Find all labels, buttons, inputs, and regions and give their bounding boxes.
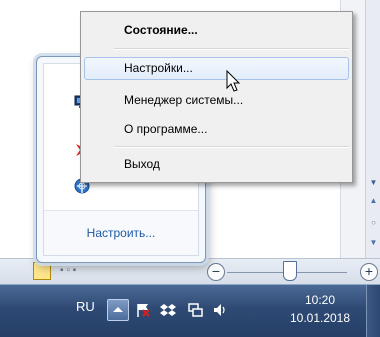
volume-icon[interactable] <box>212 302 228 318</box>
language-indicator[interactable]: RU <box>76 299 95 314</box>
menu-separator <box>114 146 349 148</box>
zoom-in-button[interactable]: + <box>360 263 378 281</box>
prev-page-icon[interactable]: ▲ <box>366 196 380 206</box>
taskbar-app-icon[interactable] <box>33 262 51 280</box>
menu-item-status[interactable]: Состояние... <box>84 19 349 42</box>
chevron-up-icon <box>113 307 123 312</box>
taskbar: RU 10:20 10.01.2018 <box>0 284 380 337</box>
zoom-out-button[interactable]: − <box>207 263 225 281</box>
network-icon[interactable] <box>187 302 203 318</box>
next-page-icon[interactable]: ▼ <box>366 238 380 248</box>
menu-item-exit[interactable]: Выход <box>84 153 349 176</box>
clock-time[interactable]: 10:20 <box>282 293 358 307</box>
show-hidden-icons-button[interactable] <box>107 299 129 321</box>
menu-item-settings[interactable]: Настройки... <box>84 57 349 80</box>
scroll-down-arrow-icon[interactable]: ▼ <box>366 178 380 188</box>
view-layout-icon[interactable]: ▪ ▫ ▪ <box>60 265 76 276</box>
clock-date[interactable]: 10.01.2018 <box>282 311 358 325</box>
mouse-pointer-icon <box>226 70 241 92</box>
customize-link[interactable]: Настроить... <box>44 210 198 255</box>
menu-separator <box>114 48 349 50</box>
dropbox-icon[interactable] <box>160 302 176 318</box>
menu-item-about[interactable]: О программе... <box>84 118 349 141</box>
menu-item-system-manager[interactable]: Менеджер системы... <box>84 89 349 112</box>
action-center-flag-icon[interactable] <box>135 302 151 318</box>
show-desktop-button[interactable] <box>366 285 380 337</box>
context-menu: Состояние... Настройки... Менеджер систе… <box>80 11 353 183</box>
zoom-slider-thumb[interactable] <box>283 261 297 281</box>
browse-object-icon[interactable]: ○ <box>366 218 380 228</box>
vertical-scrollbar[interactable]: ▼ ▲ ○ ▼ <box>365 0 380 262</box>
